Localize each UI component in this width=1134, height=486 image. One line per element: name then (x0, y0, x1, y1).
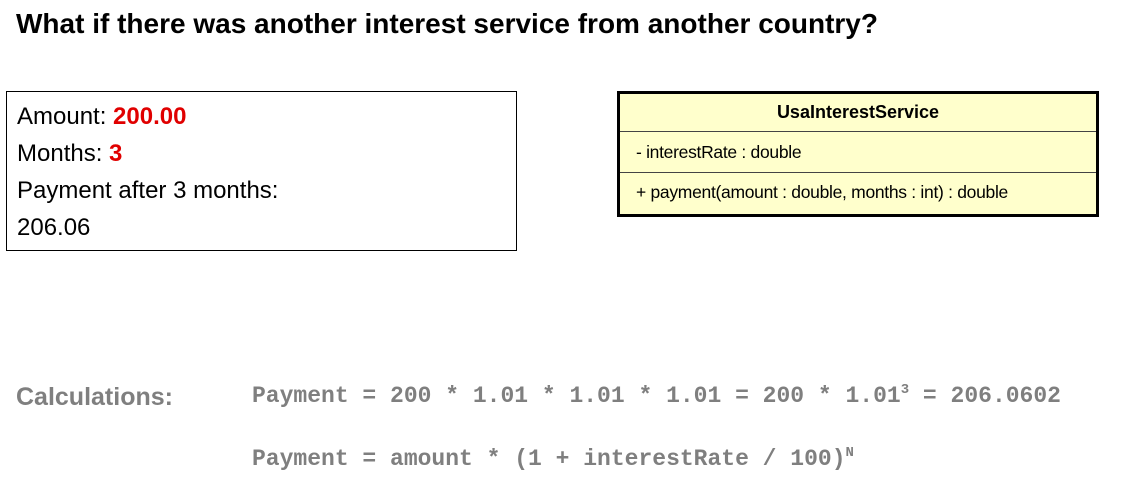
calculation-formula: Payment = amount * (1 + interestRate / 1… (252, 445, 854, 472)
calc-line1-exponent: 3 (900, 382, 910, 398)
slide-title: What if there was another interest servi… (16, 8, 878, 39)
example-values-box: Amount: 200.00 Months: 3 Payment after 3… (6, 91, 517, 251)
calc-line1-text: Payment = 200 * 1.01 * 1.01 * 1.01 = 200… (252, 383, 901, 409)
calc-line1-result: = 206.0602 (909, 383, 1061, 409)
months-label: Months: (17, 140, 110, 167)
amount-value: 200.00 (113, 103, 187, 130)
amount-label: Amount: (17, 103, 114, 130)
uml-class-usa-interest-service: UsaInterestService - interestRate : doub… (617, 91, 1099, 217)
uml-class-name: UsaInterestService (620, 94, 1096, 132)
calculations-label: Calculations: (16, 383, 173, 411)
amount-line: Amount: 200.00 (17, 98, 506, 135)
calculation-example: Payment = 200 * 1.01 * 1.01 * 1.01 = 200… (252, 382, 1061, 409)
months-line: Months: 3 (17, 135, 506, 172)
calc-line2-text: Payment = amount * (1 + interestRate / 1… (252, 446, 846, 472)
payment-value: 206.06 (17, 214, 91, 241)
uml-attribute: - interestRate : double (620, 132, 1096, 173)
calc-line2-exponent: N (845, 445, 854, 461)
payment-label: Payment after 3 months: (17, 177, 279, 204)
uml-method: + payment(amount : double, months : int)… (636, 182, 1008, 202)
months-value: 3 (109, 140, 123, 167)
